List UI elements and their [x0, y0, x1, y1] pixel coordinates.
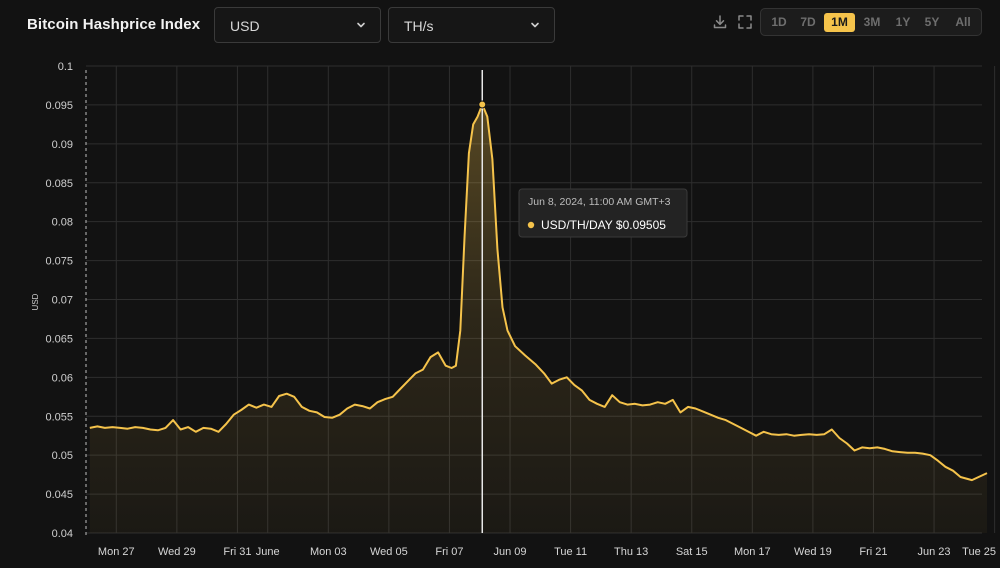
y-tick-label: 0.055 — [45, 411, 73, 423]
unit-select[interactable]: TH/s — [388, 7, 555, 43]
tooltip-value: USD/TH/DAY $0.09505 — [541, 218, 666, 232]
tooltip-date: Jun 8, 2024, 11:00 AM GMT+3 — [528, 196, 671, 208]
y-tick-label: 0.04 — [52, 528, 73, 540]
range-5y-button[interactable]: 5Y — [920, 13, 944, 32]
y-axis-label: USD — [31, 293, 40, 310]
range-1d-button[interactable]: 1D — [767, 13, 791, 32]
range-selector: 1D 7D 1M 3M 1Y 5Y All — [760, 8, 982, 36]
y-tick-label: 0.085 — [45, 178, 73, 190]
chevron-down-icon — [357, 22, 365, 28]
range-1m-button[interactable]: 1M — [824, 13, 855, 32]
x-tick-label: Fri 21 — [859, 546, 887, 558]
y-tick-label: 0.07 — [52, 295, 73, 307]
y-tick-label: 0.065 — [45, 333, 73, 345]
tooltip: Jun 8, 2024, 11:00 AM GMT+3 USD/TH/DAY $… — [518, 188, 688, 238]
x-tick-label: June — [256, 546, 280, 558]
currency-select-value: USD — [230, 18, 260, 34]
download-icon[interactable] — [712, 14, 728, 30]
range-7d-button[interactable]: 7D — [796, 13, 820, 32]
unit-select-value: TH/s — [404, 18, 434, 34]
y-tick-label: 0.095 — [45, 100, 73, 112]
x-tick-label: Tue 11 — [554, 546, 587, 558]
hashprice-chart[interactable]: 0.1 0.095 0.09 0.085 0.08 0.075 0.07 0.065 0.06 0… — [0, 52, 1000, 568]
x-tick-label: Mon 27 — [98, 546, 135, 558]
y-tick-label: 0.1 — [58, 61, 73, 73]
range-3m-button[interactable]: 3M — [859, 13, 885, 32]
x-tick-label: Wed 29 — [158, 546, 196, 558]
fullscreen-icon[interactable] — [737, 14, 753, 30]
x-tick-label: Sat 15 — [676, 546, 708, 558]
y-tick-label: 0.075 — [45, 256, 73, 268]
y-tick-label: 0.09 — [52, 139, 73, 151]
x-tick-label: Thu 13 — [614, 546, 648, 558]
x-tick-label: Jun 09 — [494, 546, 527, 558]
y-tick-label: 0.08 — [52, 217, 73, 229]
currency-select[interactable]: USD — [214, 7, 381, 43]
page-title: Bitcoin Hashprice Index — [27, 16, 201, 33]
x-tick-label: Mon 03 — [310, 546, 347, 558]
chevron-down-icon — [531, 22, 539, 28]
series-area — [89, 104, 988, 533]
x-tick-label: Wed 05 — [370, 546, 408, 558]
range-all-button[interactable]: All — [949, 13, 977, 32]
x-axis: Mon 27 Wed 29 Fri 31 June Mon 03 Wed 05 Fri 07… — [98, 546, 996, 558]
range-1y-button[interactable]: 1Y — [891, 13, 915, 32]
x-tick-label: Jun 23 — [918, 546, 951, 558]
y-tick-label: 0.05 — [52, 450, 73, 462]
y-axis: 0.1 0.095 0.09 0.085 0.08 0.075 0.07 0.065 0.06 0… — [45, 61, 73, 540]
x-tick-label: Fri 31 — [223, 546, 251, 558]
x-tick-label: Wed 19 — [794, 546, 832, 558]
hover-point — [478, 100, 487, 109]
x-tick-label: Tue 25 — [962, 546, 996, 558]
chart-header: Bitcoin Hashprice Index USD TH/s 1D 7D 1… — [0, 0, 1000, 52]
tooltip-series-dot — [527, 221, 535, 229]
x-tick-label: Fri 07 — [435, 546, 463, 558]
y-tick-label: 0.045 — [45, 489, 73, 501]
y-tick-label: 0.06 — [52, 372, 73, 384]
x-tick-label: Mon 17 — [734, 546, 771, 558]
